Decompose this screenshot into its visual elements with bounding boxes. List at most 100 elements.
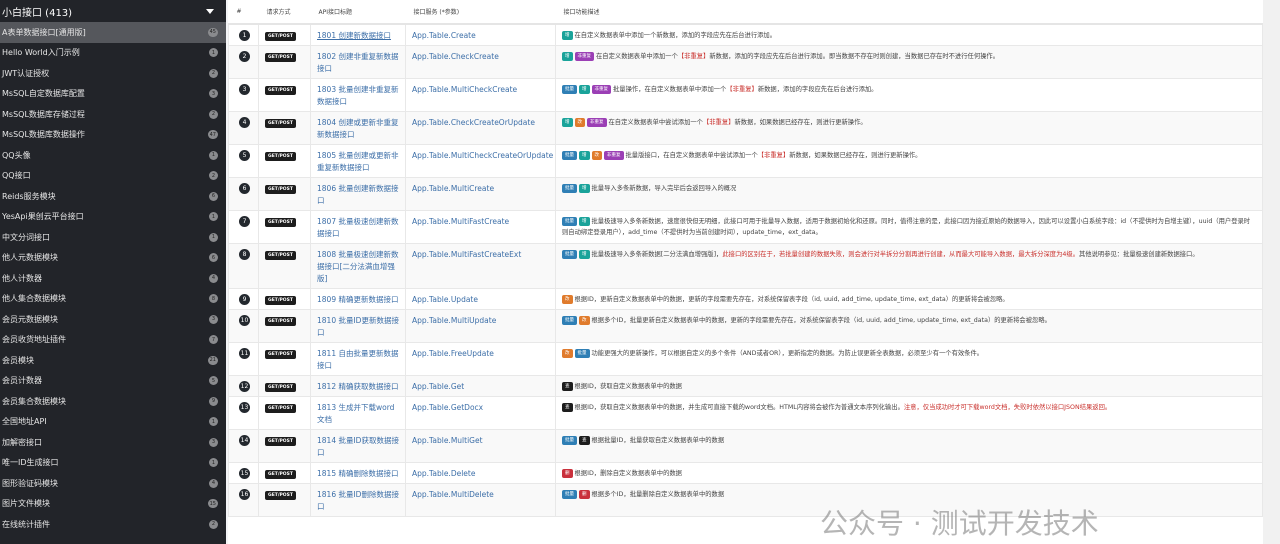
table-row: 12 GET/POST 1812 精确获取数据接口 App.Table.Get … (228, 375, 1263, 397)
sidebar-item-label: Hello World入门示例 (2, 48, 80, 58)
sidebar-item[interactable]: JWT认证授权 2 (0, 63, 226, 84)
api-table: # 请求方式 API接口标题 接口服务 (*参数) 接口功能描述 1 GET/P… (228, 0, 1263, 517)
sidebar-item[interactable]: 他人计数器 4 (0, 268, 226, 289)
api-service: App.Table.GetDocx (412, 403, 484, 412)
sidebar-item[interactable]: 在线统计插件 2 (0, 514, 226, 535)
sidebar-item[interactable]: MsSQL数据库存储过程 2 (0, 104, 226, 125)
sidebar-item[interactable]: YesApi果创云平台接口 1 (0, 207, 226, 228)
table-row: 2 GET/POST 1802 创建非重复新数据接口 App.Table.Che… (228, 45, 1263, 79)
api-service: App.Table.MultiGet (412, 436, 483, 445)
operation-tag: 批量 (562, 85, 577, 94)
api-title-link[interactable]: 1812 精确获取数据接口 (317, 382, 398, 391)
sidebar-item-count: 4 (209, 478, 218, 488)
operation-tag: 增 (579, 85, 590, 94)
sidebar-item[interactable]: 图形验证码模块 4 (0, 473, 226, 494)
sidebar-item-count: 6 (209, 191, 218, 201)
description: 批量导入多条新数据，导入完毕后会返回导入的概况 (591, 185, 737, 192)
api-title-link[interactable]: 1811 自由批量更新数据接口 (317, 349, 398, 370)
sidebar-item[interactable]: 加解密接口 3 (0, 432, 226, 453)
sidebar-item[interactable]: 会员集合数据模块 9 (0, 391, 226, 412)
api-title-link[interactable]: 1810 批量ID更新数据接口 (317, 316, 399, 337)
api-title-link[interactable]: 1805 批量创建或更新非重复新数据接口 (317, 151, 398, 172)
api-title-link[interactable]: 1808 批量极速创建新数据接口[二分法满血增强版] (317, 250, 398, 283)
method-badge: GET/POST (265, 32, 296, 41)
operation-tag: 增 (562, 31, 573, 40)
sidebar-item-label: 图形验证码模块 (2, 478, 58, 488)
api-title-link[interactable]: 1807 批量极速创建新数据接口 (317, 217, 398, 238)
sidebar-item[interactable]: 他人元数据模块 6 (0, 248, 226, 269)
api-title-link[interactable]: 1815 精确删除数据接口 (317, 469, 398, 478)
description-tail: 新数据，添加的字段应先在后台进行添加。 (757, 86, 878, 93)
method-badge: GET/POST (265, 470, 296, 479)
table-row: 5 GET/POST 1805 批量创建或更新非重复新数据接口 App.Tabl… (228, 144, 1263, 178)
sidebar-item[interactable]: 会员收货地址插件 7 (0, 330, 226, 351)
sidebar-item[interactable]: 会员模块 21 (0, 350, 226, 371)
sidebar-item[interactable]: QQ头像 1 (0, 145, 226, 166)
operation-tag: 删 (579, 490, 590, 499)
sidebar-item[interactable]: 全国地址API 1 (0, 412, 226, 433)
api-service: App.Table.Delete (412, 469, 476, 478)
sidebar-item-label: 会员集合数据模块 (2, 396, 66, 406)
caret-down-icon[interactable] (206, 8, 214, 14)
sidebar-item-label: 唯一ID生成接口 (2, 458, 59, 468)
sidebar-title: 小白接口 (413) (2, 7, 73, 19)
method-badge: GET/POST (265, 185, 296, 194)
row-number: 14 (239, 435, 250, 446)
api-service: App.Table.MultiFastCreateExt (412, 250, 522, 259)
sidebar: 小白接口 (413) A表单数据接口[通用版] 45 Hello World入门示例… (0, 0, 226, 544)
method-badge: GET/POST (265, 218, 296, 227)
description: 在自定义数据表单中添加一个 (596, 53, 678, 60)
operation-tag: 非重复 (591, 85, 611, 94)
sidebar-item[interactable]: QQ接口 2 (0, 166, 226, 187)
operation-tag: 批量 (574, 349, 590, 358)
api-title-link[interactable]: 1806 批量创建新数据接口 (317, 184, 398, 205)
operation-tag: 查 (562, 403, 573, 412)
api-service: App.Table.CheckCreate (412, 52, 499, 61)
sidebar-item-label: QQ接口 (2, 171, 31, 181)
api-title-link[interactable]: 1801 创建新数据接口 (317, 31, 391, 40)
sidebar-item[interactable]: 唯一ID生成接口 1 (0, 453, 226, 474)
sidebar-item-label: 在线统计插件 (2, 519, 50, 529)
sidebar-item[interactable]: 中文分词接口 1 (0, 227, 226, 248)
scrollbar[interactable] (1263, 0, 1280, 544)
api-table-panel: # 请求方式 API接口标题 接口服务 (*参数) 接口功能描述 1 GET/P… (228, 0, 1263, 544)
sidebar-item[interactable]: Reids服务模块 6 (0, 186, 226, 207)
api-service: App.Table.Get (412, 382, 465, 391)
sidebar-item[interactable]: 他人集合数据模块 8 (0, 289, 226, 310)
operation-tag: 改 (562, 349, 573, 358)
sidebar-header[interactable]: 小白接口 (413) (0, 0, 226, 22)
sidebar-item[interactable]: MsSQL数据库数据操作 47 (0, 125, 226, 146)
sidebar-item-label: 加解密接口 (2, 437, 42, 447)
row-number: 8 (239, 249, 250, 260)
method-badge: GET/POST (265, 152, 296, 161)
sidebar-item-label: 中文分词接口 (2, 232, 50, 242)
sidebar-item-label: QQ头像 (2, 150, 31, 160)
operation-tag: 查 (562, 382, 573, 391)
sidebar-item[interactable]: 会员计数器 5 (0, 371, 226, 392)
sidebar-item[interactable]: 会员元数据模块 3 (0, 309, 226, 330)
sidebar-item[interactable]: Hello World入门示例 1 (0, 43, 226, 64)
row-number: 5 (239, 150, 250, 161)
api-title-link[interactable]: 1803 批量创建非重复新数据接口 (317, 85, 398, 106)
table-header: # 请求方式 API接口标题 接口服务 (*参数) 接口功能描述 (228, 0, 1263, 25)
sidebar-item[interactable]: MsSQL自定数据库配置 3 (0, 84, 226, 105)
sidebar-item[interactable]: 图片文件模块 15 (0, 494, 226, 515)
operation-tag: 删 (562, 469, 573, 478)
api-title-link[interactable]: 1802 创建非重复新数据接口 (317, 52, 398, 73)
sidebar-item[interactable]: A表单数据接口[通用版] 45 (0, 22, 226, 43)
table-row: 7 GET/POST 1807 批量极速创建新数据接口 App.Table.Mu… (228, 210, 1263, 244)
description-highlight: 【非重复】 (677, 53, 710, 60)
method-badge: GET/POST (265, 86, 296, 95)
method-badge: GET/POST (265, 296, 296, 305)
operation-tag: 批量 (562, 151, 577, 160)
api-title-link[interactable]: 1809 精确更新数据接口 (317, 295, 398, 304)
api-title-link[interactable]: 1804 创建或更新非重复新数据接口 (317, 118, 398, 139)
api-title-link[interactable]: 1813 生成并下载word文档 (317, 403, 394, 424)
table-row: 11 GET/POST 1811 自由批量更新数据接口 App.Table.Fr… (228, 342, 1263, 376)
description-highlight: 此接口的区别在于，若批量创建的数据失败，则会进行对半拆分分割再进行创建，从而最大… (722, 251, 1079, 258)
table-row: 15 GET/POST 1815 精确删除数据接口 App.Table.Dele… (228, 462, 1263, 484)
header-title: API接口标题 (310, 0, 406, 25)
api-title-link[interactable]: 1814 批量ID获取数据接口 (317, 436, 399, 457)
api-title-link[interactable]: 1816 批量ID删除数据接口 (317, 490, 399, 511)
row-number: 2 (239, 51, 250, 62)
